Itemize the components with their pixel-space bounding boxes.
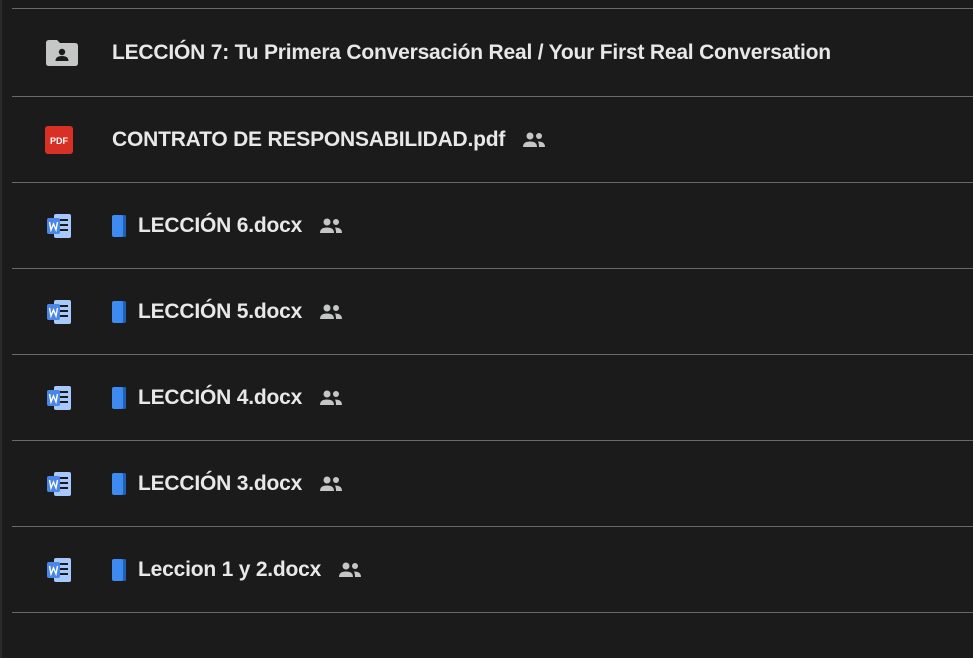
- shared-people-icon: [318, 217, 344, 235]
- file-name: Leccion 1 y 2.docx: [138, 557, 322, 581]
- shared-people-icon: [318, 303, 344, 321]
- file-name: LECCIÓN 5.docx: [138, 299, 303, 323]
- divider: [12, 8, 973, 9]
- shared-people-icon: [337, 561, 363, 579]
- icon-cell: [12, 555, 112, 585]
- word-doc-icon: [47, 213, 71, 238]
- icon-cell: PDF: [12, 125, 112, 155]
- file-row-leccion-6[interactable]: LECCIÓN 6.docx: [12, 182, 973, 268]
- file-row-leccion-1-y-2[interactable]: Leccion 1 y 2.docx: [12, 526, 973, 612]
- blue-book-icon: [112, 472, 126, 495]
- pdf-icon: PDF: [45, 125, 73, 154]
- file-name: LECCIÓN 3.docx: [138, 471, 303, 495]
- icon-cell: [12, 297, 112, 327]
- word-doc-icon: [47, 557, 71, 582]
- file-list-panel: LECCIÓN 7: Tu Primera Conversación Real …: [0, 0, 973, 658]
- file-row-contrato[interactable]: PDF CONTRATO DE RESPONSABILIDAD.pdf: [12, 96, 973, 182]
- shared-people-icon: [521, 131, 547, 149]
- icon-cell: [12, 39, 112, 67]
- shared-people-icon: [318, 389, 344, 407]
- shared-people-icon: [318, 475, 344, 493]
- icon-cell: [12, 469, 112, 499]
- file-name: LECCIÓN 6.docx: [138, 213, 303, 237]
- blue-book-icon: [112, 214, 126, 237]
- file-name: LECCIÓN 7: Tu Primera Conversación Real …: [112, 41, 831, 64]
- word-doc-icon: [47, 471, 71, 496]
- pdf-badge-text: PDF: [50, 136, 69, 146]
- word-doc-icon: [47, 385, 71, 410]
- file-row-leccion-3[interactable]: LECCIÓN 3.docx: [12, 440, 973, 526]
- blue-book-icon: [112, 558, 126, 581]
- blue-book-icon: [112, 300, 126, 323]
- file-name: LECCIÓN 4.docx: [138, 385, 303, 409]
- icon-cell: [12, 211, 112, 241]
- icon-cell: [12, 383, 112, 413]
- word-doc-icon: [47, 299, 71, 324]
- blue-book-icon: [112, 386, 126, 409]
- file-row-leccion-7[interactable]: LECCIÓN 7: Tu Primera Conversación Real …: [12, 10, 973, 96]
- file-row-leccion-4[interactable]: LECCIÓN 4.docx: [12, 354, 973, 440]
- shared-folder-icon: [46, 40, 78, 66]
- file-row-leccion-5[interactable]: LECCIÓN 5.docx: [12, 268, 973, 354]
- file-name: CONTRATO DE RESPONSABILIDAD.pdf: [112, 127, 506, 151]
- divider: [12, 612, 973, 613]
